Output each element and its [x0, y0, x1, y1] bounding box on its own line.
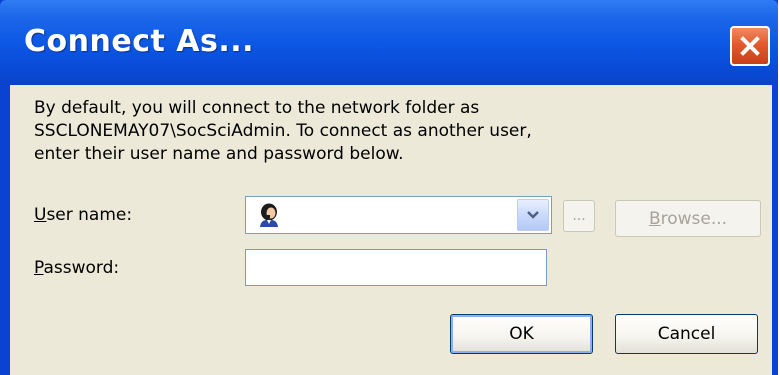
user-icon	[260, 203, 278, 227]
username-label-mnemonic: U	[34, 205, 47, 225]
password-field[interactable]	[245, 249, 547, 286]
close-icon	[740, 36, 760, 56]
title-bar[interactable]: Connect As...	[0, 0, 778, 85]
close-button[interactable]	[730, 26, 770, 66]
ellipsis-button[interactable]: ...	[563, 200, 595, 232]
dialog-title: Connect As...	[24, 24, 255, 59]
browse-mnemonic: B	[648, 208, 661, 229]
description-line-2: SSCLONEMAY07\SocSciAdmin. To connect as …	[34, 121, 532, 141]
dialog-body: By default, you will connect to the netw…	[10, 85, 772, 375]
ok-button[interactable]: OK	[450, 314, 593, 354]
password-label-mnemonic: P	[34, 258, 44, 278]
description-text: By default, you will connect to the netw…	[34, 97, 734, 166]
username-label: User name:	[34, 205, 132, 225]
browse-button[interactable]: Browse...	[615, 200, 761, 237]
password-label-text: assword:	[43, 258, 120, 278]
chevron-down-icon	[527, 211, 539, 219]
cancel-button[interactable]: Cancel	[615, 314, 758, 354]
description-line-1: By default, you will connect to the netw…	[34, 98, 480, 118]
description-line-3: enter their user name and password below…	[34, 144, 404, 164]
browse-label: rowse...	[660, 208, 728, 229]
username-dropdown-button[interactable]	[517, 199, 549, 231]
password-label: Password:	[34, 258, 119, 278]
connect-as-dialog: Connect As... By default, you will conne…	[0, 0, 778, 375]
username-label-text: ser name:	[46, 205, 133, 225]
username-combobox[interactable]	[245, 196, 552, 234]
